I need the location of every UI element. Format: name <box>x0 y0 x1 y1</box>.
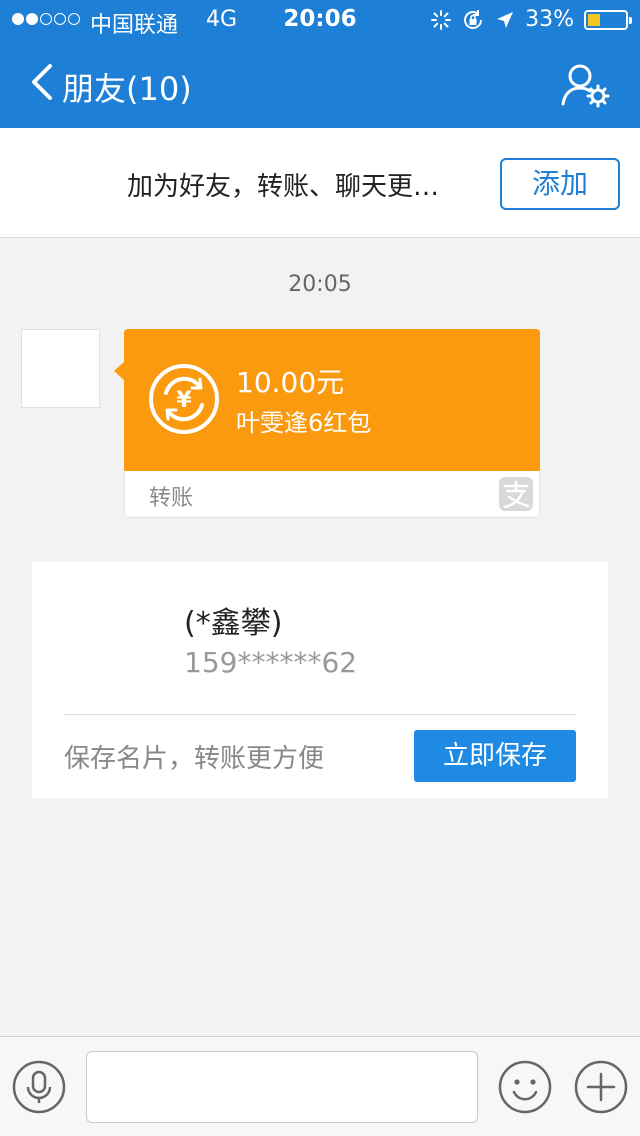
transfer-card-footer: 转账 <box>124 471 540 518</box>
emoji-icon[interactable] <box>498 1060 552 1114</box>
battery-icon <box>584 9 632 30</box>
contact-name: (*鑫攀) <box>184 606 283 641</box>
transfer-coin-icon: ¥ <box>149 364 219 434</box>
plus-icon[interactable] <box>574 1060 628 1114</box>
transfer-card-header: ¥ 10.00元 叶雯逢6红包 <box>114 329 540 471</box>
transfer-message[interactable]: ¥ 10.00元 叶雯逢6红包 转账 <box>114 329 540 518</box>
header: 中国联通 4G 20:06 33% 朋友(10) <box>0 0 640 128</box>
currency-symbol: ¥ <box>176 388 192 413</box>
contact-phone: 159******62 <box>184 646 358 679</box>
nav-bar: 朋友(10) <box>0 40 640 128</box>
loading-spinner-icon <box>431 9 452 30</box>
battery-percent: 33% <box>525 7 574 32</box>
save-contact-hint: 保存名片，转账更方便 <box>64 744 325 774</box>
save-contact-button[interactable]: 立即保存 <box>414 730 576 782</box>
orientation-lock-icon <box>464 9 483 29</box>
avatar[interactable] <box>21 329 100 408</box>
chevron-left-icon[interactable] <box>28 62 58 102</box>
page-title: 朋友(10) <box>62 70 192 108</box>
add-friend-prompt: 加为好友，转账、聊天更… <box>126 172 439 202</box>
user-settings-icon[interactable] <box>560 62 610 108</box>
add-friend-button[interactable]: 添加 <box>500 158 620 210</box>
transfer-label: 转账 <box>149 486 194 511</box>
contact-card: (*鑫攀) 159******62 保存名片，转账更方便 立即保存 <box>32 562 608 798</box>
location-arrow-icon <box>497 11 514 28</box>
add-friend-banner: 加为好友，转账、聊天更… 添加 <box>0 128 640 238</box>
transfer-description: 叶雯逢6红包 <box>236 409 372 437</box>
battery-fill <box>588 13 600 26</box>
divider <box>64 714 576 715</box>
alipay-icon <box>499 477 533 511</box>
message-input[interactable] <box>86 1051 478 1123</box>
status-bar: 中国联通 4G 20:06 33% <box>0 0 640 40</box>
bubble-tail <box>114 361 125 381</box>
message-timestamp: 20:05 <box>288 272 352 297</box>
transfer-amount: 10.00元 <box>236 366 345 399</box>
microphone-icon[interactable] <box>12 1060 66 1114</box>
input-toolbar <box>0 1036 640 1136</box>
status-icons: 33% <box>431 7 632 32</box>
